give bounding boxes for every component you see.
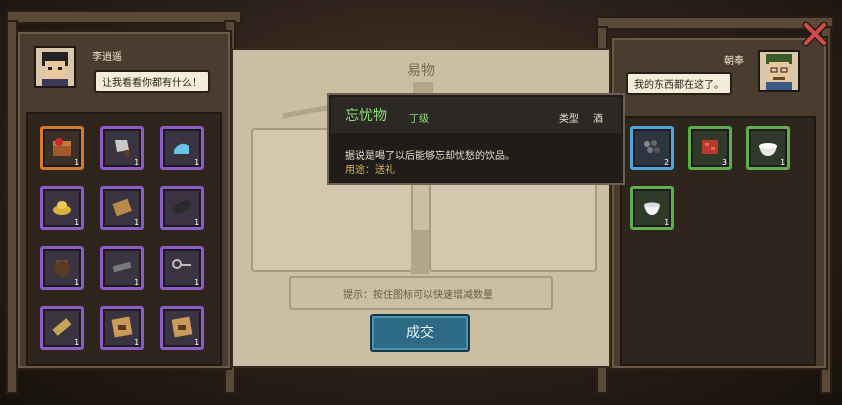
treasure-chest-icon — [53, 138, 71, 156]
left-item-slot[interactable]: 1 — [160, 186, 204, 230]
left-npc-avatar — [34, 46, 76, 88]
tooltip-item-name: 忘忧物 — [345, 108, 387, 124]
right-npc-name: 朝奉 — [724, 56, 744, 67]
scale-stand — [411, 230, 429, 274]
left-npc-name: 李逍遥 — [92, 52, 122, 63]
recipe-paper-icon — [171, 316, 193, 338]
hint-text: 提示：按住图标可以快速增减数量 — [343, 290, 493, 301]
left-item-slot[interactable]: 1 — [160, 306, 204, 350]
left-item-slot[interactable]: 1 — [100, 246, 144, 290]
right-item-count: 2 — [664, 158, 669, 167]
left-item-slot[interactable]: 1 — [40, 306, 84, 350]
scroll-icon — [52, 318, 72, 336]
left-item-count: 1 — [134, 158, 139, 167]
red-meat-icon — [702, 140, 718, 154]
deal-button[interactable]: 成交 — [370, 314, 470, 352]
right-item-count: 1 — [664, 218, 669, 227]
left-item-slot[interactable]: 1 — [40, 186, 84, 230]
right-panel-roof — [596, 16, 834, 30]
left-item-slot[interactable]: 1 — [100, 186, 144, 230]
dark-leaf-icon — [172, 200, 192, 214]
stones-icon — [644, 140, 660, 153]
right-item-slot[interactable]: 1 — [746, 126, 790, 170]
left-item-count: 1 — [74, 158, 79, 167]
left-item-count: 1 — [194, 278, 199, 287]
left-item-count: 1 — [194, 338, 199, 347]
item-tooltip: 忘忧物 丁级 类型 酒 据说是喝了以后能够忘却忧愁的饮品。 用途：送礼 — [327, 93, 625, 185]
jade-shoes-icon — [174, 143, 189, 154]
recipe-paper-icon — [111, 316, 133, 338]
close-x-icon — [802, 21, 828, 47]
left-item-slot[interactable]: 1 — [160, 126, 204, 170]
tooltip-description: 据说是喝了以后能够忘却忧愁的饮品。 — [345, 151, 515, 162]
left-item-count: 1 — [134, 278, 139, 287]
left-item-count: 1 — [194, 218, 199, 227]
gold-ingot-icon — [53, 201, 71, 215]
left-item-slot[interactable]: 1 — [160, 246, 204, 290]
left-item-slot[interactable]: 1 — [40, 126, 84, 170]
left-item-count: 1 — [74, 278, 79, 287]
right-npc-avatar — [758, 50, 800, 92]
close-button[interactable] — [801, 20, 829, 48]
rice-bowl-icon — [759, 143, 777, 156]
key-icon — [172, 259, 191, 269]
right-item-slot[interactable]: 3 — [688, 126, 732, 170]
left-item-count: 1 — [74, 338, 79, 347]
tea-bowl-icon — [644, 202, 660, 215]
left-item-slot[interactable]: 1 — [100, 306, 144, 350]
clay-jar-icon — [54, 260, 70, 277]
tooltip-type-label: 类型 — [559, 114, 579, 125]
tooltip-item-grade: 丁级 — [409, 114, 429, 125]
left-item-count: 1 — [134, 338, 139, 347]
right-item-slot[interactable]: 2 — [630, 126, 674, 170]
right-item-slot[interactable]: 1 — [630, 186, 674, 230]
right-speech-bubble: 我的东西都在这了。 — [626, 72, 732, 95]
left-item-count: 1 — [134, 218, 139, 227]
bamboo-scroll-icon — [112, 198, 132, 217]
tooltip-use: 用途：送礼 — [345, 165, 395, 176]
iron-bar-icon — [112, 261, 132, 273]
right-item-count: 3 — [722, 158, 727, 167]
cleaver-icon — [115, 140, 129, 157]
left-speech-bubble: 让我看看你都有什么！ — [94, 70, 210, 93]
left-panel-roof — [6, 10, 242, 24]
left-item-count: 1 — [74, 218, 79, 227]
right-item-count: 1 — [780, 158, 785, 167]
left-item-count: 1 — [194, 158, 199, 167]
left-item-slot[interactable]: 1 — [40, 246, 84, 290]
tooltip-type-value: 酒 — [593, 114, 603, 125]
left-item-slot[interactable]: 1 — [100, 126, 144, 170]
